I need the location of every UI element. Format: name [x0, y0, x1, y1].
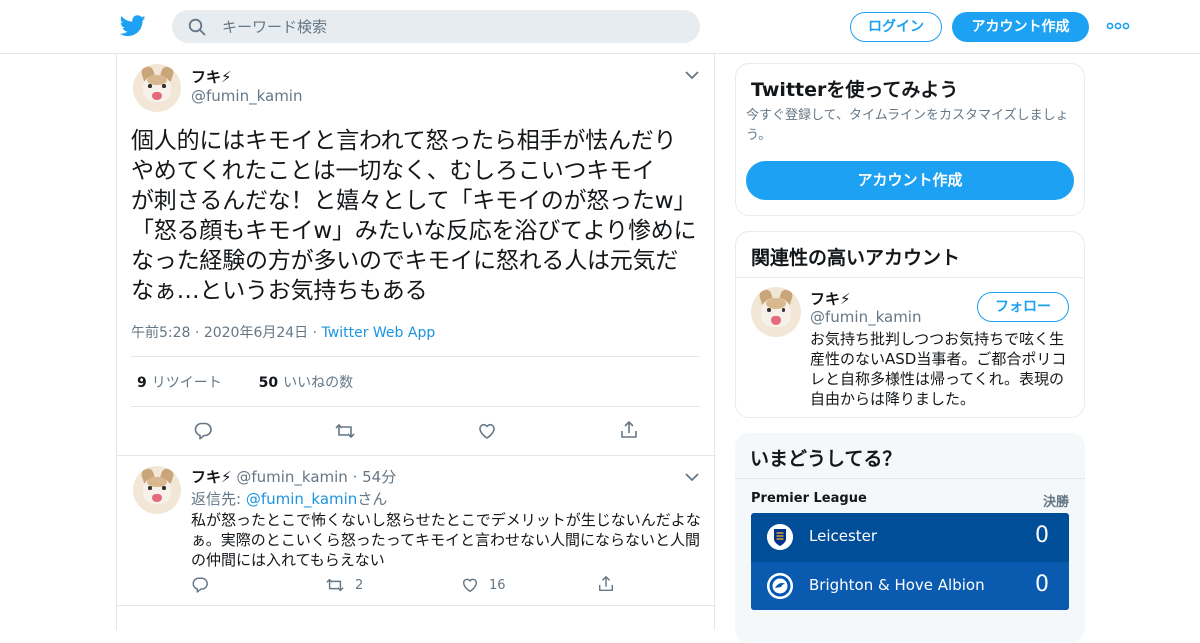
- trends-card: いまどうしてる？ Premier League 決勝 Leicester 0 B…: [735, 433, 1085, 643]
- tweet-timestamp[interactable]: 午前5:28 · 2020年6月24日 · Twitter Web App: [131, 322, 435, 342]
- tweet-date: 2020年6月24日: [203, 325, 309, 341]
- reply-to-line: 返信先: @fumin_kaminさん: [191, 490, 388, 508]
- search-input[interactable]: [222, 10, 682, 43]
- tweet-author-name[interactable]: フキ⚡: [191, 66, 232, 87]
- avatar[interactable]: [751, 287, 801, 337]
- related-account-name[interactable]: フキ⚡: [810, 288, 851, 309]
- reply-header: フキ⚡ @fumin_kamin · 54分: [191, 468, 397, 486]
- home-team-score: 0: [1035, 523, 1049, 548]
- like-icon[interactable]: [477, 421, 497, 441]
- reply-icon: [192, 577, 208, 593]
- reply-to-handle-link[interactable]: @fumin_kamin: [246, 490, 357, 508]
- match-scoreboard[interactable]: Leicester 0 Brighton & Hove Albion 0: [751, 513, 1069, 610]
- home-team-row: Leicester 0: [751, 513, 1069, 561]
- reply-text: 私が怒ったとこで怖くないし怒らせたとこでデメリットが生じないんだよなぁ。実際のと…: [191, 511, 701, 569]
- divider: [736, 277, 1084, 278]
- away-team-score: 0: [1035, 572, 1049, 597]
- reply-share-button[interactable]: [597, 575, 615, 593]
- reply-like-count: 16: [489, 577, 506, 593]
- signup-card-title: Twitterを使ってみよう: [751, 79, 959, 101]
- tweet-stats: 9 リツイート 50 いいねの数: [137, 372, 353, 392]
- divider: [131, 356, 700, 357]
- divider: [131, 406, 700, 407]
- tweet-author-handle[interactable]: @fumin_kamin: [191, 87, 302, 105]
- avatar[interactable]: [133, 466, 181, 514]
- like-count-link[interactable]: 50 いいねの数: [259, 375, 353, 391]
- related-accounts-card: 関連性の高いアカウント フキ⚡ @fumin_kamin フォロー お気持ち批判…: [735, 231, 1085, 418]
- tweet-detail-column: フキ⚡ @fumin_kamin 個人的にはキモイと言われて怒ったら相手が怯んだ…: [116, 54, 716, 630]
- signup-card-subtitle: 今すぐ登録して、タイムラインをカスタマイズしましょう。: [746, 108, 1069, 143]
- reply-like-button[interactable]: 16: [461, 576, 506, 594]
- tweet-source-link[interactable]: Twitter Web App: [322, 325, 436, 341]
- more-options-icon[interactable]: [1106, 18, 1130, 34]
- match-status: 決勝: [1042, 495, 1069, 510]
- reply-retweet-count: 2: [355, 577, 364, 593]
- related-account-handle[interactable]: @fumin_kamin: [810, 308, 921, 326]
- retweet-count-link[interactable]: 9 リツイート: [137, 375, 222, 391]
- reply-reply-button[interactable]: [191, 576, 209, 594]
- tweet-time: 午前5:28: [131, 325, 191, 341]
- related-card-title: 関連性の高いアカウント: [751, 247, 961, 269]
- tweet-text: 個人的にはキモイと言われて怒ったら相手が怯んだり やめてくれたことは一切なく、む…: [131, 128, 697, 304]
- divider: [117, 605, 716, 606]
- reply-author-name[interactable]: フキ⚡: [191, 468, 232, 486]
- chevron-down-icon[interactable]: [685, 472, 699, 482]
- related-account-bio: お気持ち批判しつつお気持ちで呟く生産性のないASD当事者。ご都合ポリコレと自称多…: [810, 330, 1067, 408]
- away-team-row: Brighton & Hove Albion 0: [751, 562, 1069, 610]
- like-icon: [462, 578, 478, 593]
- home-team-name: Leicester: [809, 527, 878, 545]
- retweet-icon[interactable]: [334, 421, 356, 441]
- search-box[interactable]: [172, 10, 700, 43]
- trends-title: いまどうしてる？: [750, 448, 902, 470]
- retweet-icon: [326, 578, 344, 592]
- share-icon[interactable]: [619, 420, 639, 440]
- away-team-name: Brighton & Hove Albion: [809, 576, 985, 594]
- follow-button[interactable]: フォロー: [977, 292, 1069, 322]
- reply-age[interactable]: 54分: [362, 468, 396, 486]
- reply-icon[interactable]: [193, 421, 213, 441]
- signup-card-button[interactable]: アカウント作成: [746, 161, 1074, 200]
- top-navigation-bar: ログイン アカウント作成: [0, 0, 1200, 54]
- login-button[interactable]: ログイン: [850, 12, 942, 42]
- chevron-down-icon[interactable]: [685, 70, 699, 80]
- share-icon: [598, 576, 614, 592]
- league-name: Premier League: [751, 491, 867, 506]
- signup-button[interactable]: アカウント作成: [952, 12, 1089, 42]
- reply-retweet-button[interactable]: 2: [325, 576, 363, 594]
- divider: [117, 455, 716, 456]
- signup-card: Twitterを使ってみよう 今すぐ登録して、タイムラインをカスタマイズしましょ…: [735, 63, 1085, 216]
- avatar[interactable]: [133, 64, 181, 112]
- search-icon: [188, 18, 206, 36]
- twitter-logo-icon[interactable]: [120, 14, 146, 38]
- reply-author-handle[interactable]: @fumin_kamin: [236, 468, 347, 486]
- leicester-crest-icon: [767, 524, 793, 550]
- brighton-crest-icon: [767, 573, 793, 599]
- divider: [735, 478, 1085, 479]
